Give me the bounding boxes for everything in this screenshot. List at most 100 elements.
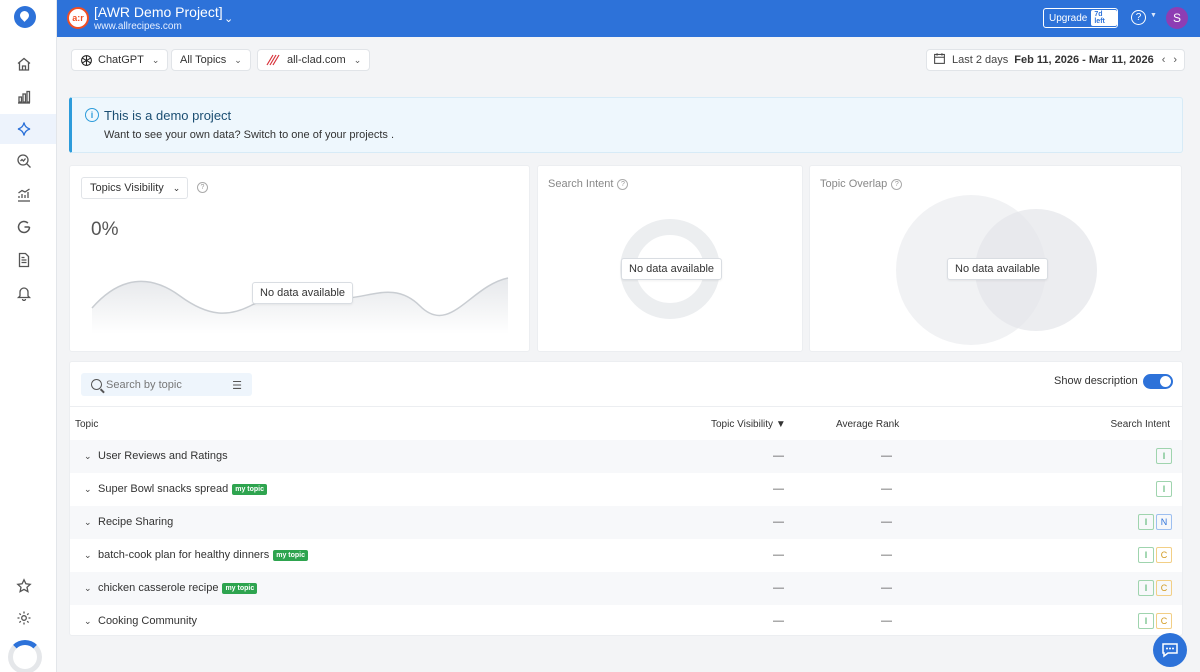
visibility-value: 0%	[91, 219, 119, 240]
help-caret-icon[interactable]: ▼	[1150, 12, 1157, 19]
no-data-label: No data available	[621, 258, 723, 280]
topic-search-placeholder: Search by topic	[106, 378, 182, 391]
my-topic-badge: my topic	[232, 484, 268, 495]
table-row[interactable]: ⌄ User Reviews and Ratings — — I	[70, 440, 1182, 473]
topic-name[interactable]: batch-cook plan for healthy dinners my to…	[98, 549, 309, 561]
domain-logo-icon	[266, 54, 282, 66]
table-row[interactable]: ⌄ Recipe Sharing — — I N	[70, 506, 1182, 539]
help-icon[interactable]: ?	[1131, 10, 1146, 25]
gear-icon[interactable]	[14, 608, 34, 628]
top-bar: a:r [AWR Demo Project] www.allrecipes.co…	[57, 0, 1200, 37]
expand-chevron-icon[interactable]: ⌄	[84, 451, 92, 462]
table-row[interactable]: ⌄ batch-cook plan for healthy dinners my t…	[70, 539, 1182, 572]
topic-name[interactable]: Super Bowl snacks spread my topic	[98, 483, 268, 495]
intent-badge: I	[1138, 514, 1154, 530]
topic-overlap-title-text: Topic Overlap	[820, 178, 888, 190]
intent-badge: C	[1156, 580, 1172, 596]
table-row[interactable]: ⌄ Super Bowl snacks spread my topic — — I	[70, 473, 1182, 506]
date-preset-label: Last 2 days	[952, 54, 1009, 66]
expand-chevron-icon[interactable]: ⌄	[84, 517, 92, 528]
project-avatar[interactable]: a:r	[67, 7, 89, 29]
topics-select-label: All Topics	[180, 54, 227, 66]
table-row[interactable]: ⌄ chicken casserole recipe my topic — — I C	[70, 572, 1182, 605]
bar-chart-icon[interactable]	[14, 87, 34, 107]
show-description-toggle[interactable]	[1143, 374, 1173, 389]
topics-visibility-card: Topics Visibility ⌄ ? 0% No data availab…	[69, 165, 530, 352]
project-avatar-initials: a:r	[72, 13, 84, 23]
column-header-average-rank[interactable]: Average Rank	[836, 419, 899, 430]
visibility-select-label: Topics Visibility	[90, 182, 164, 194]
topic-visibility-value: —	[773, 516, 784, 528]
show-description-label: Show description	[1054, 375, 1138, 387]
previous-period-icon[interactable]: ‹	[1162, 54, 1166, 66]
google-icon[interactable]	[14, 217, 34, 237]
topic-name[interactable]: Recipe Sharing	[98, 516, 173, 528]
column-header-topic-visibility-text: Topic Visibility	[711, 419, 774, 430]
column-header-topic-visibility[interactable]: Topic Visibility ▼	[711, 419, 786, 430]
topic-name[interactable]: Cooking Community	[98, 615, 197, 627]
average-rank-value: —	[881, 516, 892, 528]
intent-badge: C	[1156, 547, 1172, 563]
project-switcher-chevron-down-icon[interactable]: ⌄	[224, 12, 233, 25]
chevron-down-icon: ⌄	[172, 182, 181, 193]
topic-name[interactable]: chicken casserole recipe my topic	[98, 582, 258, 594]
sparkle-icon[interactable]	[14, 119, 34, 139]
topics-select[interactable]: All Topics ⌄	[171, 49, 251, 71]
search-intent-badges: I	[1156, 448, 1172, 464]
topic-overlap-card: Topic Overlap? No data available	[809, 165, 1182, 352]
star-icon[interactable]	[14, 576, 34, 596]
next-period-icon[interactable]: ›	[1173, 54, 1177, 66]
left-sidebar	[0, 0, 57, 672]
topic-search-input[interactable]: Search by topic ☰	[81, 373, 252, 396]
topic-visibility-value: —	[773, 615, 784, 627]
topic-name-text: Cooking Community	[98, 615, 198, 627]
search-analysis-icon[interactable]	[14, 151, 34, 171]
domain-select-label: all-clad.com	[287, 54, 346, 66]
table-row[interactable]: ⌄ Cooking Community — — I C	[70, 605, 1182, 638]
expand-chevron-icon[interactable]: ⌄	[84, 484, 92, 495]
topic-name-text: chicken casserole recipe	[98, 582, 219, 594]
expand-chevron-icon[interactable]: ⌄	[84, 583, 92, 594]
project-url: www.allrecipes.com	[94, 21, 182, 32]
engine-select-label: ChatGPT	[98, 54, 144, 66]
table-header: Topic Topic Visibility ▼ Average Rank Se…	[70, 406, 1182, 440]
expand-chevron-icon[interactable]: ⌄	[84, 550, 92, 561]
banner-title: This is a demo project	[104, 108, 232, 123]
topic-name-text: Super Bowl snacks spread	[98, 483, 229, 495]
question-icon[interactable]: ?	[617, 178, 629, 190]
search-intent-badges: IC	[1138, 580, 1172, 596]
analytics-icon[interactable]	[14, 185, 34, 205]
calendar-icon	[933, 52, 946, 68]
project-name[interactable]: [AWR Demo Project]	[94, 4, 223, 20]
search-intent-title: Search Intent?	[548, 178, 629, 190]
engine-select[interactable]: ChatGPT ⌄	[71, 49, 169, 71]
home-icon[interactable]	[14, 54, 34, 74]
upgrade-button[interactable]: Upgrade 7d left	[1043, 8, 1118, 28]
no-data-label: No data available	[252, 282, 354, 304]
visibility-metric-select[interactable]: Topics Visibility ⌄	[81, 177, 188, 199]
info-icon: i	[85, 108, 99, 122]
search-icon	[91, 379, 102, 390]
banner-text: Want to see your own data? Switch to one…	[104, 129, 395, 141]
filter-sliders-icon[interactable]: ☰	[232, 379, 242, 392]
search-intent-badges: IC	[1138, 547, 1172, 563]
user-avatar[interactable]: S	[1166, 7, 1188, 29]
chevron-down-icon: ⌄	[151, 54, 160, 65]
bell-icon[interactable]	[14, 283, 34, 303]
chat-support-button[interactable]	[1153, 633, 1187, 667]
chat-icon	[1162, 643, 1178, 658]
domain-select[interactable]: all-clad.com ⌄	[257, 49, 371, 71]
question-icon[interactable]: ?	[891, 178, 903, 190]
column-header-topic[interactable]: Topic	[75, 419, 98, 430]
column-header-search-intent[interactable]: Search Intent	[1111, 419, 1170, 430]
topic-overlap-title: Topic Overlap?	[820, 178, 903, 190]
document-icon[interactable]	[14, 250, 34, 270]
topic-name[interactable]: User Reviews and Ratings	[98, 450, 228, 462]
expand-chevron-icon[interactable]: ⌄	[84, 616, 92, 627]
date-range-picker[interactable]: Last 2 days Feb 11, 2026 - Mar 11, 2026 …	[926, 49, 1185, 71]
app-logo-icon[interactable]	[14, 6, 36, 28]
question-icon[interactable]: ?	[197, 182, 208, 193]
my-topic-badge: my topic	[222, 583, 258, 594]
topic-name-text: Recipe Sharing	[98, 516, 174, 528]
topic-visibility-value: —	[773, 549, 784, 561]
